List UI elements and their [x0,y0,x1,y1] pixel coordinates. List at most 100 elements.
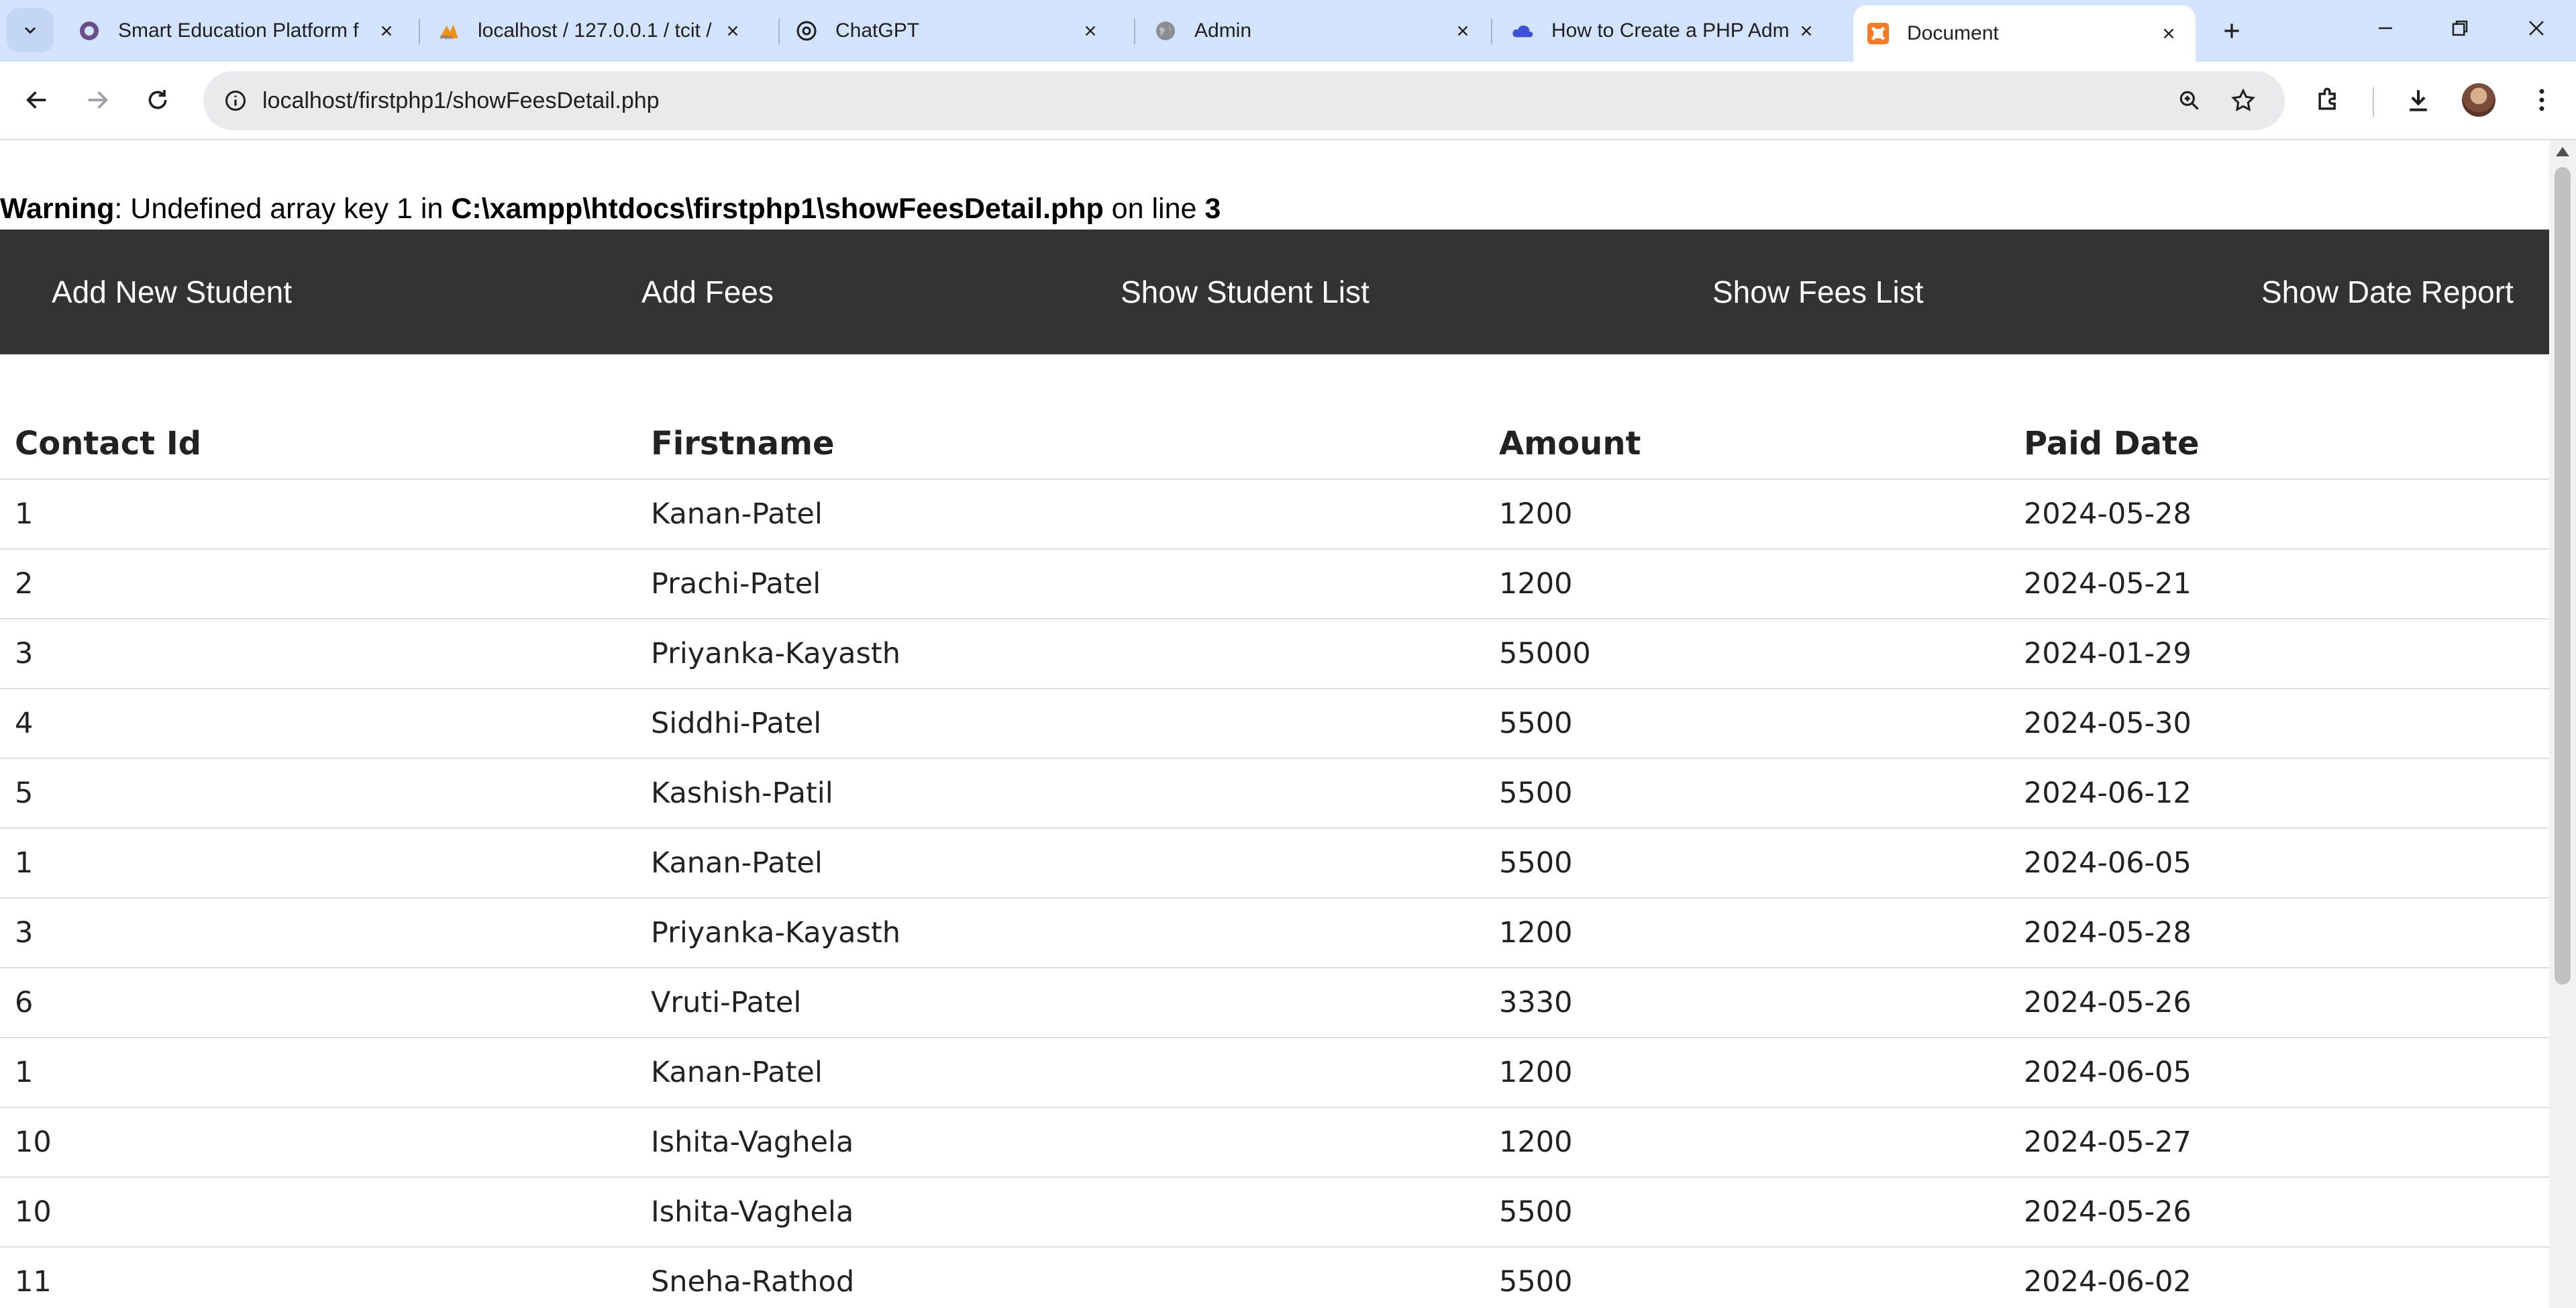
cell-paid-date: 2024-01-29 [2009,619,2549,689]
close-window-button[interactable] [2503,9,2570,47]
browser-menu-button[interactable] [2522,81,2561,119]
cell-amount: 1200 [1483,1107,2009,1178]
download-icon [2410,90,2427,111]
cell-contact-id: 10 [0,1177,635,1248]
cell-firstname: Priyanka-Kayasth [635,619,1483,689]
puzzle-icon [2318,87,2336,110]
cell-firstname: Prachi-Patel [635,549,1483,619]
tab-smart-education[interactable]: Smart Education Platform f [64,7,413,55]
warning-file: C:\xampp\htdocs\firstphp1\showFeesDetail… [451,193,1104,225]
chatgpt-icon [795,19,818,42]
table-row: 10 Ishita-Vaghela 1200 2024-05-27 [0,1107,2549,1178]
cell-paid-date: 2024-06-12 [2009,758,2549,829]
cell-contact-id: 6 [0,968,635,1038]
cloud-icon [1511,19,1534,42]
address-bar[interactable]: localhost/firstphp1/showFeesDetail.php [203,71,2285,130]
site-info-icon[interactable] [218,83,253,118]
header-contact-id: Contact Id [0,409,635,480]
cell-contact-id: 1 [0,1038,635,1108]
cell-contact-id: 1 [0,479,635,550]
cell-paid-date: 2024-06-05 [2009,1038,2549,1108]
tab-title: Smart Education Platform f [118,19,359,42]
cell-paid-date: 2024-05-27 [2009,1107,2549,1178]
table-row: 1 Kanan-Patel 1200 2024-06-05 [0,1038,2549,1108]
cell-firstname: Sneha-Rathod [635,1247,1483,1308]
nav-show-date-report[interactable]: Show Date Report [2261,230,2514,354]
cell-contact-id: 5 [0,758,635,829]
close-icon[interactable] [1449,17,1476,44]
page-viewport: Warning: Undefined array key 1 in C:\xam… [0,140,2549,1308]
close-icon[interactable] [719,17,746,44]
reload-button[interactable] [136,78,180,122]
table-row: 10 Ishita-Vaghela 5500 2024-05-26 [0,1177,2549,1248]
new-tab-button[interactable] [2213,12,2251,50]
extensions-button[interactable] [2309,81,2348,119]
xampp-icon [1867,22,1890,45]
php-warning: Warning: Undefined array key 1 in C:\xam… [0,193,1221,225]
bookmark-star-icon[interactable] [2227,85,2259,117]
close-icon[interactable] [1793,17,1820,44]
toolbar-separator [2373,87,2374,117]
top-navbar: Add New Student Add Fees Show Student Li… [0,230,2549,354]
minimize-button[interactable] [2352,9,2419,47]
cell-contact-id: 3 [0,898,635,968]
downloads-button[interactable] [2399,81,2438,119]
close-icon[interactable] [373,17,400,44]
forward-button[interactable] [75,78,119,122]
minimize-icon [2379,27,2392,30]
scroll-up-arrow-icon[interactable] [2556,147,2569,156]
table-row: 5 Kashish-Patil 5500 2024-06-12 [0,758,2549,829]
cell-contact-id: 4 [0,689,635,759]
scrollbar-thumb[interactable] [2555,167,2571,985]
cell-firstname: Kanan-Patel [635,1038,1483,1108]
zoom-icon[interactable] [2173,85,2206,117]
cell-paid-date: 2024-06-05 [2009,828,2549,899]
tab-phpmyadmin[interactable]: PMA localhost / 127.0.0.1 / tcit / [424,7,760,55]
svg-text:PMA: PMA [440,34,453,41]
circle-logo-icon [78,19,101,42]
back-button[interactable] [15,78,59,122]
cell-paid-date: 2024-05-30 [2009,689,2549,759]
nav-show-student-list[interactable]: Show Student List [1121,230,1370,354]
tab-admin[interactable]: Admin [1141,7,1490,55]
tab-document[interactable]: Document [1853,5,2196,62]
close-icon[interactable] [1077,17,1104,44]
url-text[interactable]: localhost/firstphp1/showFeesDetail.php [262,71,660,130]
cell-contact-id: 1 [0,828,635,899]
browser-toolbar: localhost/firstphp1/showFeesDetail.php [0,62,2576,140]
nav-add-new-student[interactable]: Add New Student [52,230,292,354]
header-paid-date: Paid Date [2009,409,2549,480]
cell-amount: 1200 [1483,898,2009,968]
header-firstname: Firstname [635,409,1483,480]
restore-button[interactable] [2426,9,2493,47]
warning-label: Warning [0,193,115,225]
fees-table-body: 1 Kanan-Patel 1200 2024-05-28 2 Prachi-Patel 1… [0,479,2549,1308]
nav-show-fees-list[interactable]: Show Fees List [1712,230,1923,354]
tab-php-admin-tutorial[interactable]: How to Create a PHP Adm [1498,7,1833,55]
table-row: 11 Sneha-Rathod 5500 2024-06-02 [0,1247,2549,1308]
tab-chatgpt[interactable]: ChatGPT [782,7,1117,55]
cell-amount: 5500 [1483,1247,2009,1308]
table-row: 1 Kanan-Patel 5500 2024-06-05 [0,828,2549,899]
nav-add-fees[interactable]: Add Fees [641,230,774,354]
cell-paid-date: 2024-05-26 [2009,1177,2549,1248]
page-scrollbar[interactable] [2549,140,2576,1308]
profile-avatar[interactable] [2462,83,2495,117]
table-header-row: Contact Id Firstname Amount Paid Date [0,409,2549,480]
tab-separator [1134,19,1135,44]
cell-amount: 5500 [1483,828,2009,899]
warning-line-text: on line [1103,193,1205,225]
cell-amount: 1200 [1483,1038,2009,1108]
cell-amount: 5500 [1483,689,2009,759]
table-row: 2 Prachi-Patel 1200 2024-05-21 [0,549,2549,619]
kebab-menu-icon [2539,89,2544,111]
globe-icon [1154,19,1177,42]
close-icon[interactable] [2155,20,2182,47]
cell-amount: 1200 [1483,549,2009,619]
table-row: 6 Vruti-Patel 3330 2024-05-26 [0,968,2549,1038]
tab-title: Admin [1194,19,1252,42]
tab-search-button[interactable] [7,8,54,52]
fees-table: Contact Id Firstname Amount Paid Date 1K… [0,409,2549,1308]
tab-title: How to Create a PHP Adm [1551,19,1790,42]
tab-title: Document [1907,22,1999,44]
